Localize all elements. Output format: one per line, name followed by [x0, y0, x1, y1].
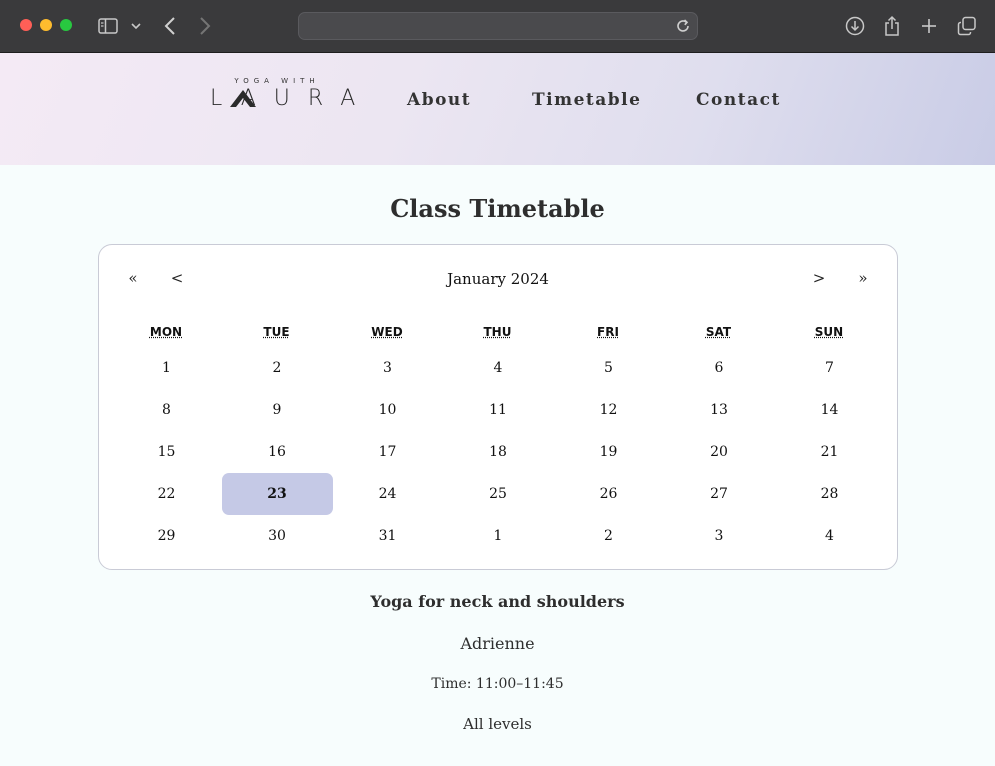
- page-title: Class Timetable: [390, 194, 605, 223]
- calendar-day[interactable]: 12: [553, 389, 664, 431]
- share-icon[interactable]: [882, 14, 902, 38]
- close-window-button[interactable]: [20, 19, 32, 31]
- calendar-day[interactable]: 29: [111, 515, 222, 557]
- calendar-day[interactable]: 15: [111, 431, 222, 473]
- calendar-day[interactable]: 4: [774, 515, 885, 557]
- reload-icon[interactable]: [675, 18, 691, 38]
- weekday-sun: SUN: [814, 325, 844, 339]
- calendar-day[interactable]: 24: [332, 473, 443, 515]
- minimize-window-button[interactable]: [40, 19, 52, 31]
- calendar-day[interactable]: 4: [443, 347, 554, 389]
- weekday-mon: MON: [149, 325, 183, 339]
- nav-timetable[interactable]: Timetable: [532, 90, 641, 110]
- calendar-day[interactable]: 2: [222, 347, 333, 389]
- weekday-wed: WED: [371, 325, 403, 339]
- calendar-day[interactable]: 28: [774, 473, 885, 515]
- forward-icon[interactable]: [196, 14, 214, 38]
- calendar-day[interactable]: 22: [111, 473, 222, 515]
- calendar-day[interactable]: 26: [553, 473, 664, 515]
- calendar-day[interactable]: 8: [111, 389, 222, 431]
- sidebar-icon[interactable]: [97, 14, 119, 38]
- tabs-overview-icon[interactable]: [956, 14, 978, 38]
- download-icon[interactable]: [844, 14, 866, 38]
- calendar-day[interactable]: 9: [222, 389, 333, 431]
- site-header: YOGA WITH LAURA About Timetable Contact: [0, 53, 995, 165]
- nav-contact[interactable]: Contact: [696, 90, 781, 110]
- class-instructor: Adrienne: [460, 634, 535, 653]
- calendar-day[interactable]: 19: [553, 431, 664, 473]
- class-title: Yoga for neck and shoulders: [370, 592, 625, 611]
- calendar-day[interactable]: 30: [222, 515, 333, 557]
- calendar-day[interactable]: 3: [332, 347, 443, 389]
- address-bar[interactable]: [298, 12, 698, 40]
- calendar-day[interactable]: 11: [443, 389, 554, 431]
- logo-tagline: YOGA WITH: [234, 77, 320, 85]
- calendar-day[interactable]: 1: [443, 515, 554, 557]
- calendar-day[interactable]: 10: [332, 389, 443, 431]
- chevron-down-icon[interactable]: [129, 14, 143, 38]
- mountain-icon: [228, 88, 258, 112]
- calendar-day[interactable]: 17: [332, 431, 443, 473]
- browser-toolbar: [0, 0, 995, 53]
- calendar-day[interactable]: 16: [222, 431, 333, 473]
- calendar-day[interactable]: 20: [664, 431, 775, 473]
- next-month-button[interactable]: >: [804, 269, 834, 287]
- calendar-day[interactable]: 1: [111, 347, 222, 389]
- back-icon[interactable]: [161, 14, 179, 38]
- calendar-day[interactable]: 3: [664, 515, 775, 557]
- calendar-day[interactable]: 27: [664, 473, 775, 515]
- calendar-day[interactable]: 5: [553, 347, 664, 389]
- weekday-tue: TUE: [263, 325, 290, 339]
- weekday-sat: SAT: [705, 325, 732, 339]
- calendar-day[interactable]: 7: [774, 347, 885, 389]
- calendar-day[interactable]: 25: [443, 473, 554, 515]
- new-tab-icon[interactable]: [919, 14, 939, 38]
- nav-about[interactable]: About: [407, 90, 471, 110]
- calendar: « < January 2024 > » MON TUE WED THU FRI SAT S…: [98, 244, 898, 570]
- calendar-day[interactable]: 31: [332, 515, 443, 557]
- calendar-day[interactable]: 21: [774, 431, 885, 473]
- calendar-day[interactable]: 6: [664, 347, 775, 389]
- weekday-fri: FRI: [597, 325, 619, 339]
- next-year-button[interactable]: »: [848, 269, 878, 287]
- calendar-day[interactable]: 18: [443, 431, 554, 473]
- zoom-window-button[interactable]: [60, 19, 72, 31]
- calendar-day-selected[interactable]: 23: [221, 473, 333, 515]
- weekday-thu: THU: [483, 325, 512, 339]
- site-logo[interactable]: YOGA WITH LAURA: [210, 77, 355, 112]
- month-label[interactable]: January 2024: [99, 270, 897, 288]
- calendar-day[interactable]: 14: [774, 389, 885, 431]
- calendar-day[interactable]: 2: [553, 515, 664, 557]
- class-time: Time: 11:00–11:45: [431, 676, 564, 692]
- class-level: All levels: [463, 715, 532, 733]
- calendar-day[interactable]: 13: [664, 389, 775, 431]
